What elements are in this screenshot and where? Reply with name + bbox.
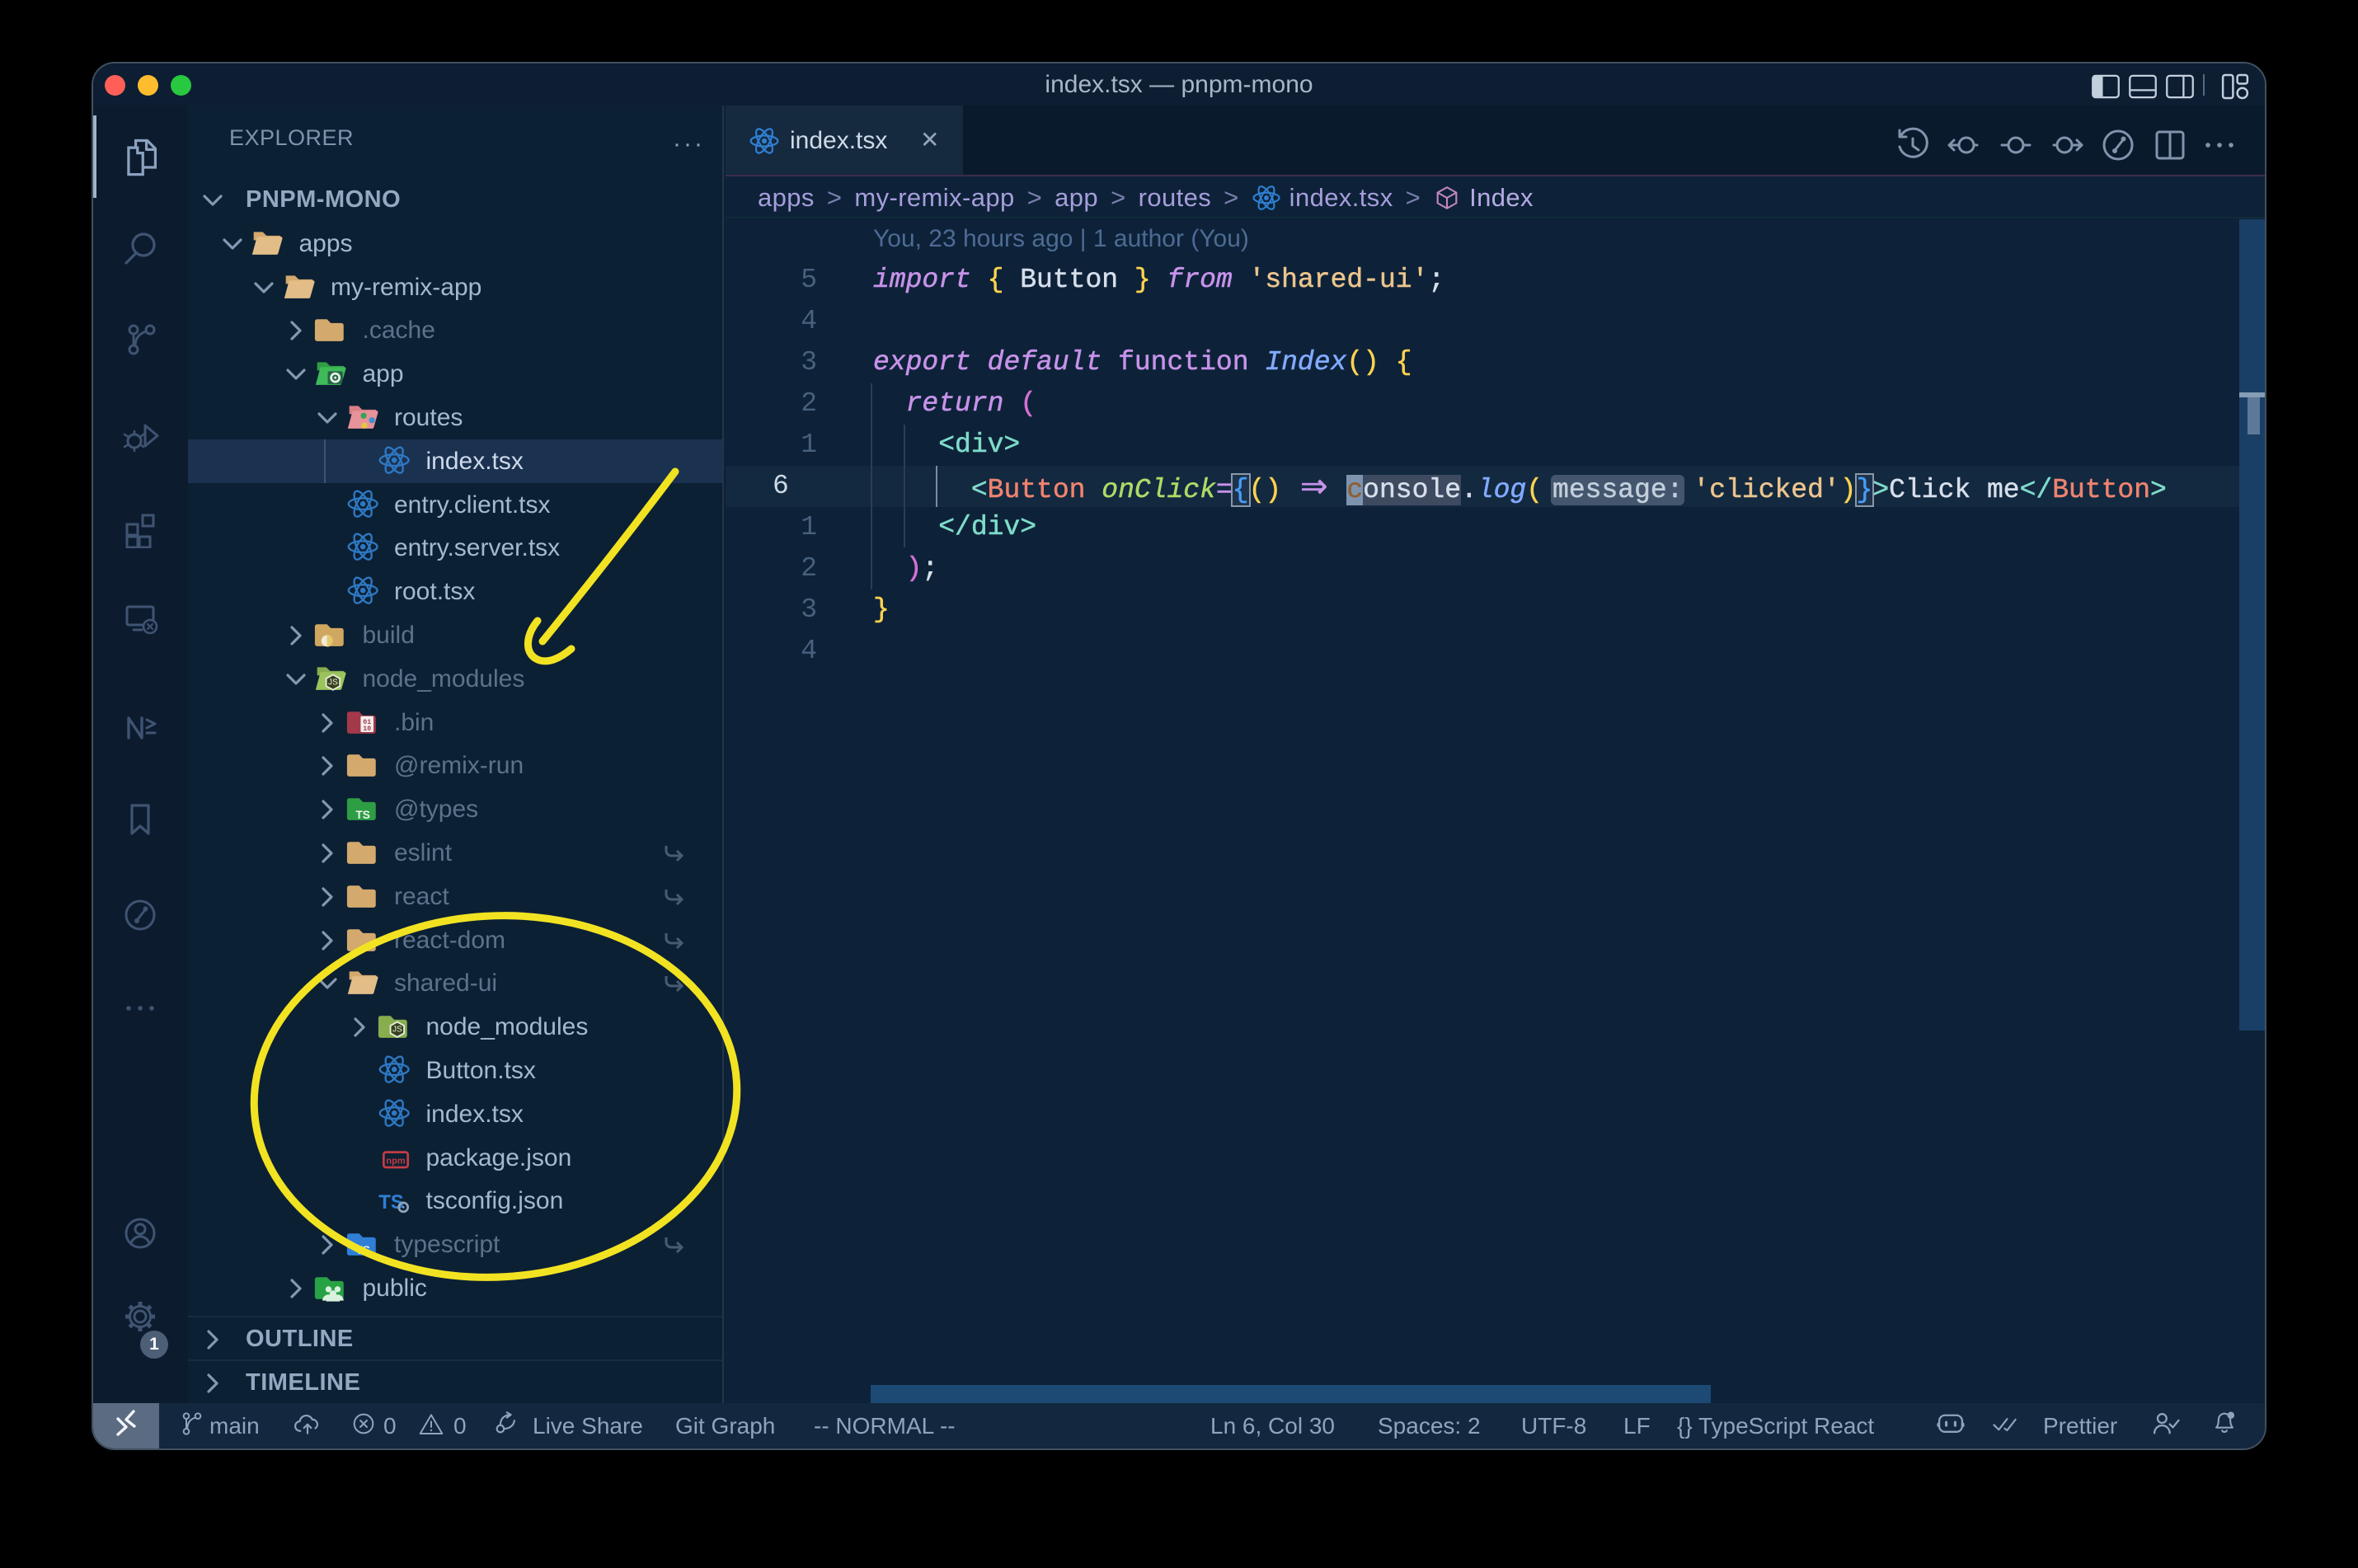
svg-text:TS: TS	[355, 1244, 370, 1256]
svg-text:TS: TS	[355, 809, 370, 821]
svg-text:10: 10	[363, 725, 371, 733]
svg-text:JS: JS	[328, 678, 338, 687]
svg-text:npm: npm	[386, 1156, 405, 1166]
svg-text:JS: JS	[392, 1026, 402, 1035]
